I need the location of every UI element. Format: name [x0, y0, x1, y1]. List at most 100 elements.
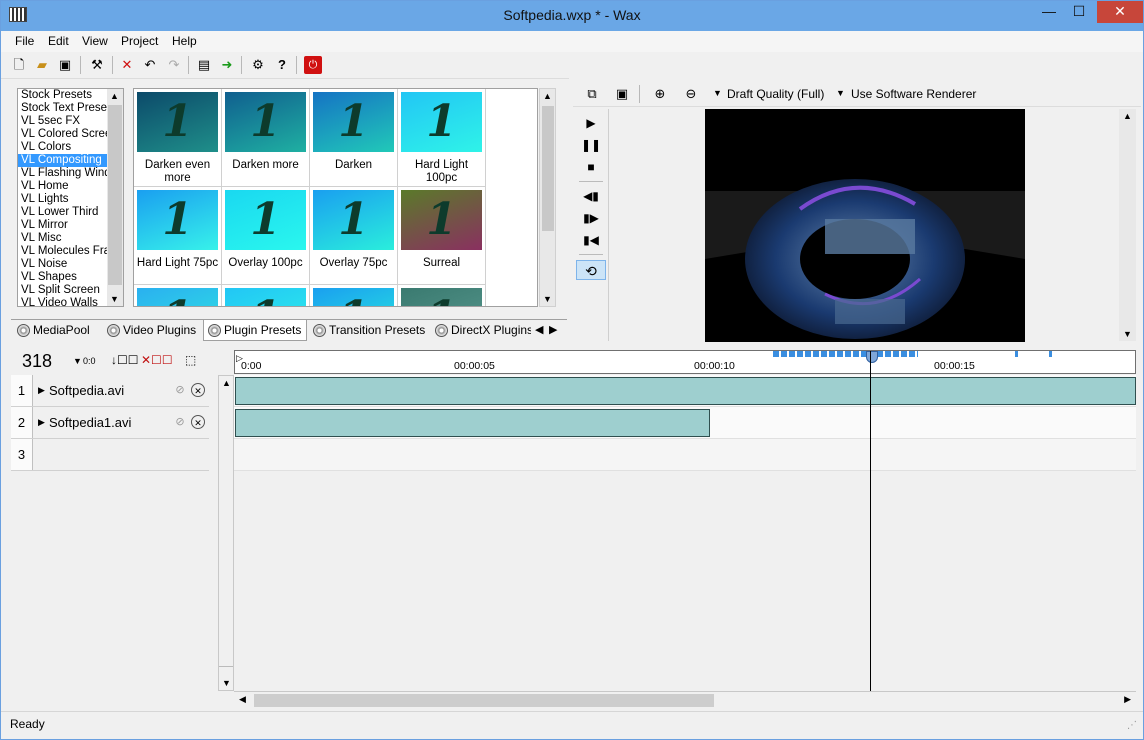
- list-scrollbar[interactable]: ▲ ▼: [107, 89, 123, 306]
- preset-category-item[interactable]: VL Colored Screens: [18, 128, 108, 141]
- chevron-down-icon[interactable]: ▼: [713, 88, 722, 98]
- redo-icon[interactable]: ↷: [165, 56, 183, 74]
- preset-tile[interactable]: 1: [310, 285, 398, 306]
- preview-scrollbar[interactable]: ▲ ▼: [1119, 109, 1136, 341]
- settings-icon[interactable]: ⚙: [249, 56, 267, 74]
- minimize-button[interactable]: —: [1035, 1, 1063, 23]
- preset-category-item[interactable]: VL Lower Third: [18, 206, 108, 219]
- preset-category-list[interactable]: Stock Presets Stock Text Presets VL 5sec F…: [17, 88, 124, 307]
- grid-scrollbar[interactable]: ▲ ▼: [539, 88, 556, 307]
- mute-icon[interactable]: ⊘: [173, 415, 187, 429]
- tab-scroll-right-icon[interactable]: ▶: [549, 323, 557, 336]
- tab-plugin-presets[interactable]: Plugin Presets: [203, 320, 307, 341]
- zoom-in-icon[interactable]: ⊕: [651, 85, 669, 103]
- list-scroll-thumb[interactable]: [108, 105, 122, 285]
- resize-grip-icon[interactable]: ⋰: [1127, 720, 1137, 731]
- tab-transition-presets[interactable]: Transition Presets: [309, 320, 425, 341]
- preset-category-item[interactable]: Stock Presets: [18, 89, 108, 102]
- preset-tile[interactable]: 1 Overlay 75pc: [310, 187, 398, 285]
- preset-category-item[interactable]: VL Home: [18, 180, 108, 193]
- preset-tile[interactable]: 1: [134, 285, 222, 306]
- play-icon[interactable]: ▶: [581, 113, 601, 133]
- pause-icon[interactable]: ❚❚: [581, 135, 601, 155]
- preset-category-item[interactable]: VL Noise: [18, 258, 108, 271]
- video-clip[interactable]: [235, 377, 1136, 405]
- video-clip[interactable]: [235, 409, 710, 437]
- scroll-up-icon[interactable]: ▲: [1123, 111, 1132, 121]
- track-properties-icon[interactable]: ⬚: [185, 353, 196, 367]
- tab-video-plugins[interactable]: Video Plugins: [103, 320, 196, 341]
- preset-tile[interactable]: 1 Darken: [310, 89, 398, 187]
- preset-tile[interactable]: 1 Darken more: [222, 89, 310, 187]
- preset-category-item[interactable]: VL Molecules Frames: [18, 245, 108, 258]
- properties-icon[interactable]: ▤: [195, 56, 213, 74]
- delete-icon[interactable]: ✕: [118, 56, 136, 74]
- zoom-label[interactable]: 0:0: [83, 356, 96, 366]
- expand-arrow-icon[interactable]: ▶: [38, 385, 45, 396]
- preset-tile[interactable]: 1 Hard Light 100pc: [398, 89, 486, 187]
- scroll-down-icon[interactable]: ▼: [543, 294, 552, 304]
- maximize-button[interactable]: ☐: [1065, 1, 1093, 23]
- chevron-down-icon[interactable]: ▼: [836, 88, 845, 98]
- stop-icon[interactable]: ■: [581, 157, 601, 177]
- track-lane-1[interactable]: [234, 375, 1136, 407]
- horizontal-scroll-thumb[interactable]: [254, 694, 714, 707]
- scroll-down-icon[interactable]: ▼: [222, 678, 231, 688]
- renderer-dropdown[interactable]: Use Software Renderer: [851, 87, 976, 101]
- preset-category-item[interactable]: Stock Text Presets: [18, 102, 108, 115]
- menu-project[interactable]: Project: [121, 34, 158, 48]
- scroll-right-icon[interactable]: ▶: [1124, 694, 1131, 705]
- preset-category-item[interactable]: VL Misc: [18, 232, 108, 245]
- menu-help[interactable]: Help: [172, 34, 197, 48]
- close-button[interactable]: ✕: [1097, 1, 1143, 23]
- insert-track-icon[interactable]: ↓☐☐: [111, 353, 139, 367]
- playhead-handle[interactable]: [866, 351, 878, 363]
- preset-tile[interactable]: 1: [222, 285, 310, 306]
- loop-icon[interactable]: ⟲: [576, 260, 606, 280]
- scroll-up-icon[interactable]: ▲: [222, 378, 231, 388]
- preset-tile[interactable]: 1 Surreal: [398, 187, 486, 285]
- save-frame-icon[interactable]: ▣: [613, 85, 631, 103]
- chevron-down-icon[interactable]: ▼: [73, 356, 82, 366]
- save-icon[interactable]: ▣: [56, 56, 74, 74]
- scroll-down-icon[interactable]: ▼: [1123, 329, 1132, 339]
- preset-category-item[interactable]: VL Flashing Windows: [18, 167, 108, 180]
- undo-icon[interactable]: ↶: [141, 56, 159, 74]
- grid-scroll-thumb[interactable]: [542, 106, 554, 231]
- track-header-2[interactable]: 2 ▶ Softpedia1.avi ⊘ ✕: [11, 407, 209, 439]
- quality-dropdown[interactable]: Draft Quality (Full): [727, 87, 824, 101]
- track-header-1[interactable]: 1 ▶ Softpedia.avi ⊘ ✕: [11, 375, 209, 407]
- scroll-up-icon[interactable]: ▲: [110, 91, 119, 101]
- zoom-out-icon[interactable]: ⊖: [682, 85, 700, 103]
- preset-category-item[interactable]: VL Split Screen: [18, 284, 108, 297]
- menu-file[interactable]: File: [15, 34, 34, 48]
- timeline-ruler[interactable]: ▷ 0:00 00:00:05 00:00:10 00:00:15: [234, 350, 1136, 374]
- preset-category-item[interactable]: VL Shapes: [18, 271, 108, 284]
- next-frame-icon[interactable]: ▮▶: [581, 208, 601, 228]
- stop-render-icon[interactable]: ⏻: [304, 56, 322, 74]
- preset-tile[interactable]: 1: [398, 285, 486, 306]
- tab-scroll-left-icon[interactable]: ◀: [535, 323, 543, 336]
- preset-category-item[interactable]: VL Mirror: [18, 219, 108, 232]
- track-lane-3[interactable]: [234, 439, 1136, 471]
- export-arrow-icon[interactable]: ➜: [218, 56, 236, 74]
- remove-track-icon[interactable]: ✕: [191, 383, 205, 397]
- copy-frame-icon[interactable]: ⧉: [583, 85, 601, 103]
- preset-category-item[interactable]: VL 5sec FX: [18, 115, 108, 128]
- delete-track-icon[interactable]: ✕☐☐: [141, 353, 173, 367]
- scroll-left-icon[interactable]: ◀: [239, 694, 246, 705]
- tab-mediapool[interactable]: MediaPool: [13, 320, 90, 341]
- go-to-start-icon[interactable]: ▮◀: [581, 230, 601, 250]
- timeline-vertical-scrollbar[interactable]: ▲ ▼: [218, 375, 234, 691]
- track-lane-2[interactable]: [234, 407, 1136, 439]
- timeline-horizontal-scrollbar[interactable]: ◀ ▶: [234, 691, 1136, 709]
- remove-track-icon[interactable]: ✕: [191, 415, 205, 429]
- mute-icon[interactable]: ⊘: [173, 383, 187, 397]
- tab-directx-plugins[interactable]: DirectX Plugins: [431, 320, 531, 341]
- preset-tile[interactable]: 1 Darken even more: [134, 89, 222, 187]
- preset-category-item[interactable]: VL Compositing: [18, 154, 108, 167]
- menu-view[interactable]: View: [82, 34, 108, 48]
- preset-category-item[interactable]: VL Video Walls: [18, 297, 108, 306]
- expand-arrow-icon[interactable]: ▶: [38, 417, 45, 428]
- menu-edit[interactable]: Edit: [48, 34, 69, 48]
